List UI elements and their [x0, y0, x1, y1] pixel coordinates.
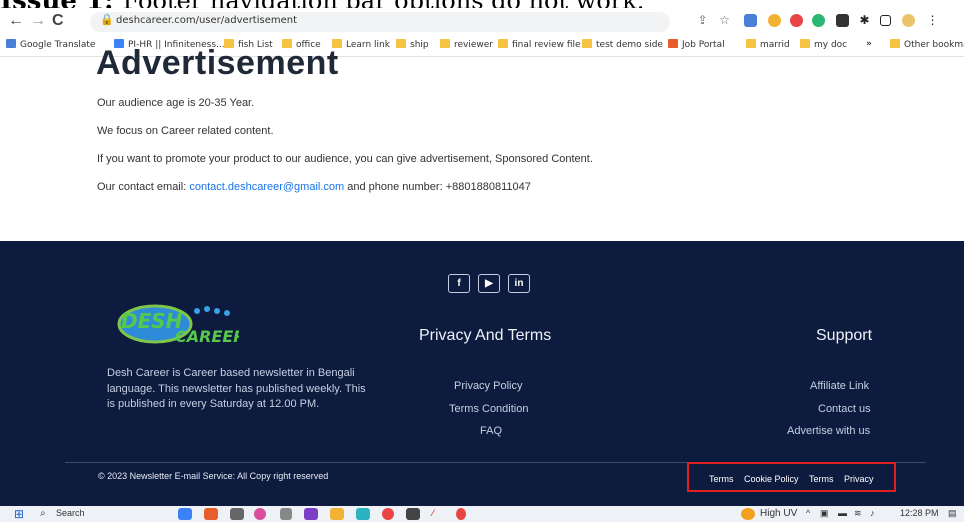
- volume-icon[interactable]: ♪: [870, 508, 875, 518]
- app-icon[interactable]: [280, 508, 292, 520]
- youtube-icon[interactable]: ▶: [478, 274, 500, 293]
- extension-icon[interactable]: [812, 14, 825, 27]
- bookmark-item[interactable]: Other bookmark: [890, 39, 964, 50]
- support-title: Support: [816, 327, 873, 344]
- logo-word-1: DESH: [121, 309, 183, 333]
- content-line: Our audience age is 20-35 Year.: [97, 97, 255, 109]
- bookmark-item[interactable]: Job Portal: [668, 39, 725, 50]
- issue-caption: Issue 1: Footer navigation bar options d…: [0, 0, 644, 16]
- bookmark-item[interactable]: ship: [396, 39, 429, 50]
- clock[interactable]: 12:28 PM: [900, 508, 939, 518]
- bookmark-item[interactable]: my doc: [800, 39, 847, 50]
- profile-avatar[interactable]: [902, 14, 915, 27]
- bookmark-item[interactable]: Learn link: [332, 39, 390, 50]
- file-explorer-icon[interactable]: [330, 508, 344, 520]
- content-line: If you want to promote your product to o…: [97, 153, 593, 165]
- windows-start-icon[interactable]: ⊞: [14, 507, 24, 521]
- tray-chevron-icon[interactable]: ^: [806, 508, 810, 518]
- sidepanel-icon[interactable]: [880, 15, 891, 26]
- desh-career-logo[interactable]: DESH CAREER: [115, 302, 239, 346]
- notification-icon[interactable]: ▤: [948, 508, 957, 519]
- contact-line: Our contact email: contact.deshcareer@gm…: [97, 181, 531, 193]
- content-line: We focus on Career related content.: [97, 125, 274, 137]
- faq-link[interactable]: FAQ: [480, 425, 502, 437]
- back-icon[interactable]: ←: [8, 12, 24, 30]
- logo-word-2: CAREER: [175, 327, 239, 346]
- tray-icon[interactable]: ▣: [820, 508, 829, 519]
- share-icon[interactable]: ⇪: [696, 14, 709, 27]
- contact-prefix: Our contact email:: [97, 181, 187, 193]
- extension-icon[interactable]: [836, 14, 849, 27]
- terms-condition-link[interactable]: Terms Condition: [449, 403, 528, 415]
- bookmark-item[interactable]: marrid: [746, 39, 790, 50]
- app-icon[interactable]: [204, 508, 218, 520]
- privacy-policy-link[interactable]: Privacy Policy: [454, 380, 522, 392]
- footer-description: Desh Career is Career based newsletter i…: [107, 367, 366, 410]
- url-text[interactable]: deshcareer.com/user/advertisement: [116, 15, 297, 26]
- more-bookmarks-button[interactable]: »: [866, 39, 872, 49]
- contact-us-link[interactable]: Contact us: [818, 403, 871, 415]
- weather-text[interactable]: High UV: [760, 508, 797, 519]
- app-icon[interactable]: [178, 508, 192, 520]
- facebook-icon[interactable]: f: [448, 274, 470, 293]
- address-bar: ← → C 🔒 deshcareer.com/user/advertisemen…: [0, 8, 964, 36]
- extension-translate-icon[interactable]: [744, 14, 757, 27]
- extension-icon[interactable]: [768, 14, 781, 27]
- chrome-icon[interactable]: [382, 508, 394, 520]
- app-icon[interactable]: [356, 508, 370, 520]
- app-icon[interactable]: [304, 508, 318, 520]
- bookmark-item[interactable]: final review file: [498, 39, 581, 50]
- contact-email-link[interactable]: contact.deshcareer@gmail.com: [189, 181, 344, 193]
- affiliate-link[interactable]: Affiliate Link: [810, 380, 869, 392]
- page-title: Advertisement: [96, 44, 339, 82]
- search-box[interactable]: Search: [56, 508, 85, 518]
- app-icon[interactable]: ⁄: [432, 508, 434, 518]
- weather-icon: [741, 508, 755, 520]
- bookmark-item[interactable]: reviewer: [440, 39, 493, 50]
- bookmark-item[interactable]: test demo side: [582, 39, 663, 50]
- copyright-text: © 2023 Newsletter E-mail Service: All Co…: [98, 471, 329, 481]
- linkedin-icon[interactable]: in: [508, 274, 530, 293]
- bookmark-item[interactable]: Google Translate: [6, 39, 95, 50]
- privacy-terms-title: Privacy And Terms: [419, 327, 552, 344]
- search-icon[interactable]: ⌕: [40, 508, 46, 519]
- task-view-icon[interactable]: [230, 508, 244, 520]
- taskbar: ⊞ ⌕ Search ⁄ High UV ^ ▣ ▬ ≋ ♪ 12:28 PM …: [0, 506, 964, 522]
- lock-icon: 🔒: [100, 14, 114, 26]
- wifi-icon[interactable]: ≋: [854, 508, 862, 519]
- site-footer: f ▶ in DESH CAREER Desh Career is Career…: [0, 241, 964, 506]
- puzzle-icon[interactable]: ✱: [858, 14, 871, 27]
- menu-icon[interactable]: ⋮: [926, 14, 939, 27]
- advertise-link[interactable]: Advertise with us: [787, 425, 870, 437]
- app-icon[interactable]: [406, 508, 420, 520]
- forward-icon[interactable]: →: [30, 12, 46, 30]
- app-icon[interactable]: [456, 508, 466, 520]
- highlight-box: [687, 462, 896, 492]
- star-icon[interactable]: ☆: [718, 14, 731, 27]
- extension-icon[interactable]: [790, 14, 803, 27]
- app-icon[interactable]: [254, 508, 266, 520]
- omnibox[interactable]: 🔒 deshcareer.com/user/advertisement: [90, 12, 670, 32]
- contact-suffix: and phone number: +8801880811047: [347, 181, 531, 193]
- reload-icon[interactable]: C: [52, 12, 64, 30]
- tray-icon[interactable]: ▬: [838, 508, 847, 518]
